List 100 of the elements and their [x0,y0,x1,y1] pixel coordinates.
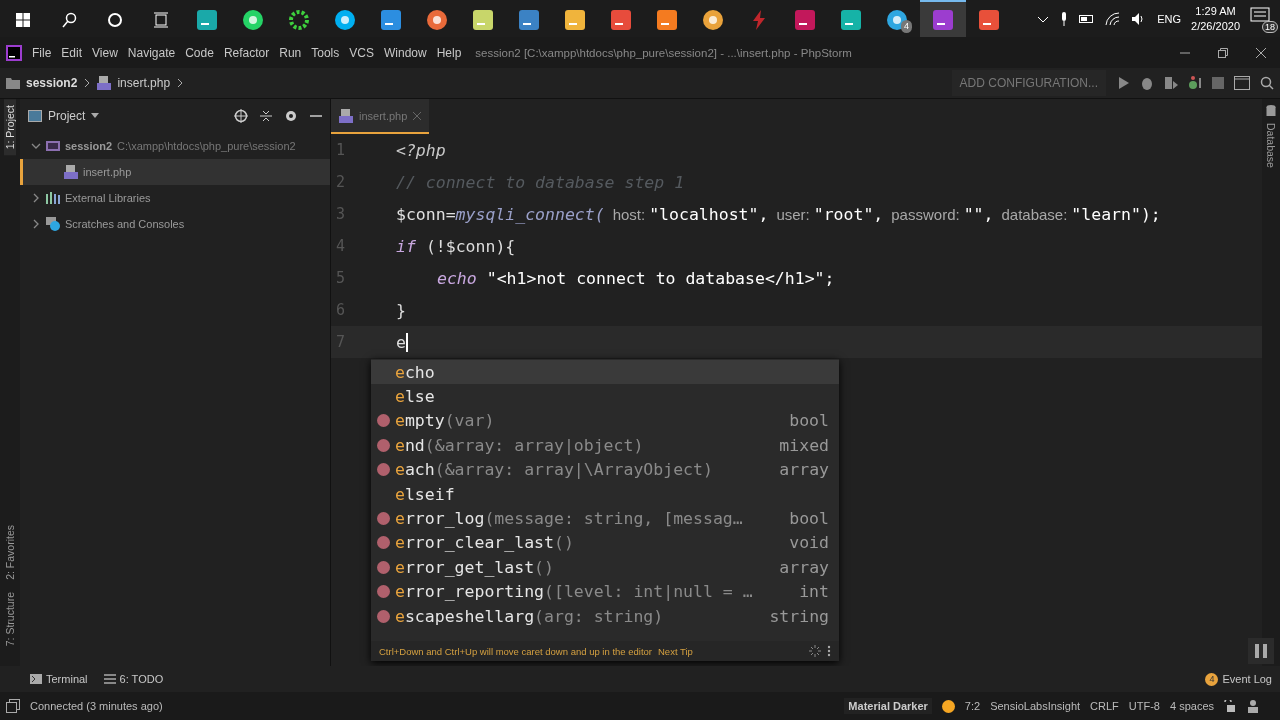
settings-icon [284,109,298,123]
completion-item[interactable]: end(&array: array|object) mixed [371,433,839,458]
task-view-icon [153,11,169,28]
chevron-down-icon [31,141,41,151]
windows-icon [15,11,31,28]
copy-icon [6,699,20,713]
attach-debugger-icon [1188,76,1202,90]
menu-item[interactable]: View [92,45,118,60]
completion-item[interactable]: each(&array: array|\ArrayObject) array [371,457,839,482]
message-icon [1250,6,1270,25]
chevron-right-icon [176,78,185,88]
code-line: $conn=mysqli_connect( host: "localhost", user: "root", password: "", database: "learn"); [395,204,1161,224]
pause-icon [1255,644,1267,658]
menu-item[interactable]: Code [185,45,214,60]
chevron-right-icon [31,219,41,229]
menu-item[interactable]: Window [383,45,427,60]
php-file-icon [64,165,78,179]
battery-icon [1079,13,1096,24]
tree-item[interactable]: insert.php [20,159,330,185]
language-indicator[interactable]: ENG [1157,12,1182,25]
close-icon [1256,47,1266,58]
wifi-icon [1105,11,1122,26]
code-line: } [395,300,406,320]
tree-item[interactable]: session2 C:\xampp\htdocs\php_pure\session2 [20,133,330,159]
tree-item[interactable]: External Libraries [20,185,330,211]
tip-text: Ctrl+Down and Ctrl+Up will move caret down and up in the editor [379,645,652,657]
app-logo-icon [6,44,22,61]
chevron-right-icon [31,193,41,203]
list-icon [103,674,116,684]
spinner-icon [809,645,821,657]
pause-button[interactable] [1248,638,1274,664]
completion-item[interactable]: error_clear_last() void [371,530,839,556]
collapse-icon [260,109,272,123]
completion-item[interactable]: escapeshellarg(arg: string) string [371,603,839,629]
tool-window-tab[interactable]: 7: Structure [4,585,16,652]
code-line: if (!$conn){ [395,236,516,256]
folder-icon [6,77,20,89]
completion-item[interactable]: error_get_last() array [371,555,839,580]
tool-window-tab[interactable]: 1: Project [4,99,16,156]
status-item[interactable]: SensioLabsInsight [990,700,1081,712]
minimize-icon [310,114,322,118]
scratches-icon [46,217,60,231]
terminal-window-icon [1234,76,1250,90]
taskbar-app[interactable]: 4 [874,0,920,37]
menu-item[interactable]: Help [436,45,462,60]
completion-item[interactable]: elseif [371,481,839,507]
status-item[interactable]: 4 spaces [1169,700,1214,712]
code-line: e [395,332,408,352]
menu-item[interactable]: Edit [61,45,83,60]
menu-item[interactable]: Refactor [223,45,270,60]
php-file-icon [97,76,112,90]
theme-dot [941,699,955,713]
more-icon [827,645,831,657]
crosshair-icon [234,109,248,123]
tree-item[interactable]: Scratches and Consoles [20,211,330,237]
window-title: session2 [C:\xampp\htdocs\php_pure\session2] - ...\insert.php - PhpStorm [475,46,852,59]
completion-item[interactable]: error_log(message: string, [messag… bool [371,506,839,531]
php-file-icon [339,108,353,123]
chevron-right-icon [83,78,92,88]
menu-item[interactable]: File [32,45,52,60]
menu-item[interactable]: VCS [349,45,374,60]
database-icon [1266,105,1276,117]
clock[interactable]: 1:29 AM 2/26/2020 [1191,3,1240,34]
play-icon [1118,77,1130,89]
close-icon [413,111,422,120]
status-item[interactable]: UTF-8 [1128,700,1160,712]
code-line: // connect to database step 1 [395,172,685,192]
menu-item[interactable]: Tools [311,45,340,60]
next-tip-link[interactable]: Next Tip [658,645,693,657]
caret-icon [91,113,100,119]
tool-window-tab[interactable]: Terminal [30,673,88,685]
search-icon [1260,76,1274,90]
code-line: <?php [395,140,446,160]
restore-icon [1218,47,1228,58]
folder-path: C:\xampp\htdocs\php_pure\session2 [117,140,296,152]
menu-item[interactable]: Run [279,45,302,60]
menu-item[interactable]: Navigate [127,45,176,60]
status-item[interactable]: 7:2 [964,700,981,712]
completion-item[interactable]: empty(var) bool [371,408,839,434]
tool-window-tab[interactable]: 2: Favorites [4,518,16,586]
breadcrumb-item[interactable]: session2 [26,76,78,90]
stop-icon [1212,77,1224,89]
status-item[interactable]: CRLF [1090,700,1119,712]
libraries-icon [46,192,60,204]
panel-title[interactable]: Project [48,109,86,123]
tool-window-tab[interactable]: Database [1265,117,1277,174]
folder-icon [46,140,60,152]
terminal-icon [30,674,42,684]
completion-item[interactable]: error_reporting([level: int|null = … int [371,579,839,604]
theme-indicator[interactable]: Material Darker [844,698,932,714]
window-icon [28,110,42,122]
circle-icon [107,11,123,28]
completion-item[interactable]: echo [371,360,839,385]
status-message: Connected (3 minutes ago) [30,700,163,712]
search-icon [61,11,77,28]
event-log-tab[interactable]: 4 Event Log [1205,672,1272,686]
completion-item[interactable]: else [371,384,839,409]
tool-window-tab[interactable]: 6: TODO [103,673,164,685]
code-line: echo "<h1>not connect to database</h1>"; [436,268,835,288]
breadcrumb-item[interactable]: insert.php [117,76,171,90]
